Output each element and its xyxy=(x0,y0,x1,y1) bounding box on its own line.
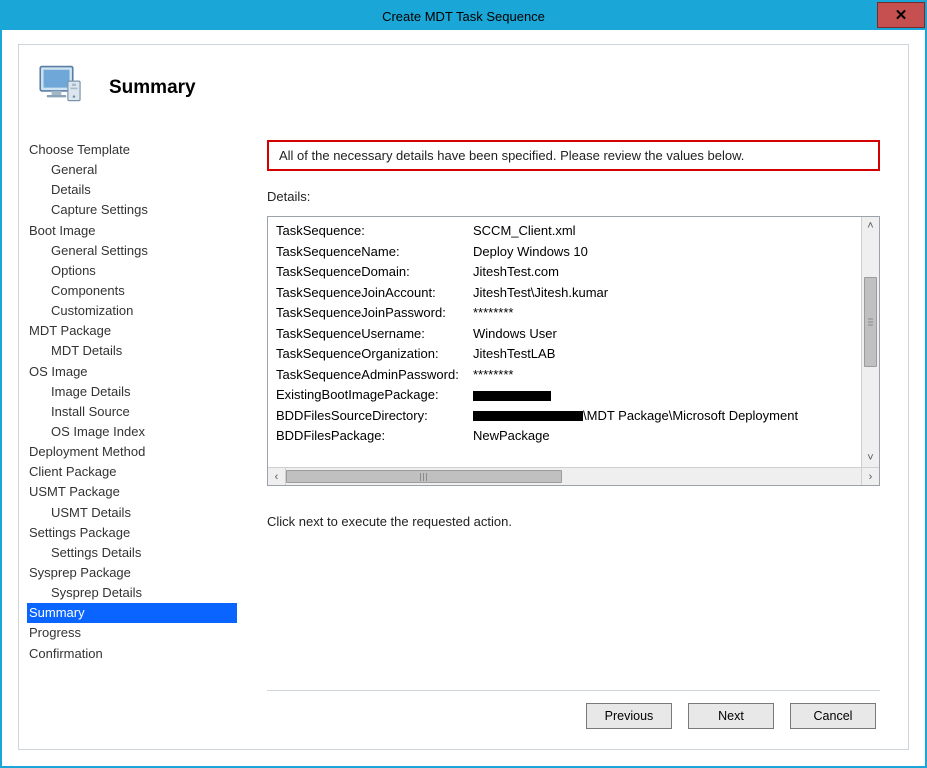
nav-item[interactable]: Options xyxy=(29,261,237,281)
scroll-up-arrow-icon[interactable]: ˄ xyxy=(862,217,879,235)
details-value: SCCM_Client.xml xyxy=(471,221,853,242)
details-value: JiteshTest\Jitesh.kumar xyxy=(471,283,853,304)
nav-item[interactable]: Image Details xyxy=(29,382,237,402)
details-key: TaskSequence: xyxy=(276,221,471,242)
nav-item[interactable]: Components xyxy=(29,281,237,301)
wizard-nav: Choose TemplateGeneralDetailsCapture Set… xyxy=(19,136,237,747)
vertical-scrollbar[interactable]: ˄ ˅ xyxy=(861,217,879,467)
details-row: TaskSequenceJoinAccount:JiteshTest\Jites… xyxy=(276,283,853,304)
nav-item[interactable]: Details xyxy=(29,180,237,200)
details-row: TaskSequenceAdminPassword:******** xyxy=(276,365,853,386)
nav-item[interactable]: Settings Package xyxy=(29,523,237,543)
wizard-header: Summary xyxy=(19,45,908,136)
nav-item[interactable]: Customization xyxy=(29,301,237,321)
nav-item[interactable]: OS Image Index xyxy=(29,422,237,442)
details-box: TaskSequence:SCCM_Client.xmlTaskSequence… xyxy=(267,216,880,486)
previous-button[interactable]: Previous xyxy=(586,703,672,729)
window-title: Create MDT Task Sequence xyxy=(382,9,545,24)
nav-item[interactable]: Capture Settings xyxy=(29,200,237,220)
nav-item[interactable]: General Settings xyxy=(29,241,237,261)
nav-item[interactable]: Sysprep Details xyxy=(29,583,237,603)
details-row: BDDFilesSourceDirectory:\MDT Package\Mic… xyxy=(276,406,853,427)
details-value: ******** xyxy=(471,365,853,386)
hscroll-thumb[interactable] xyxy=(286,470,562,483)
details-row: TaskSequenceOrganization:JiteshTestLAB xyxy=(276,344,853,365)
title-bar: Create MDT Task Sequence ✕ xyxy=(2,2,925,30)
details-row: TaskSequence:SCCM_Client.xml xyxy=(276,221,853,242)
details-row: TaskSequenceJoinPassword:******** xyxy=(276,303,853,324)
details-value: ******** xyxy=(471,303,853,324)
scroll-left-arrow-icon[interactable]: ‹ xyxy=(268,468,286,485)
scroll-down-arrow-icon[interactable]: ˅ xyxy=(862,449,879,467)
nav-item[interactable]: Progress xyxy=(29,623,237,643)
details-key: TaskSequenceJoinAccount: xyxy=(276,283,471,304)
wizard-buttons: Previous Next Cancel xyxy=(267,690,880,747)
details-row: TaskSequenceDomain:JiteshTest.com xyxy=(276,262,853,283)
close-button[interactable]: ✕ xyxy=(877,2,925,28)
computer-icon xyxy=(37,63,89,112)
details-row: TaskSequenceUsername:Windows User xyxy=(276,324,853,345)
details-value: Windows User xyxy=(471,324,853,345)
horizontal-scrollbar[interactable]: ‹ › xyxy=(268,467,879,485)
details-value: JiteshTestLAB xyxy=(471,344,853,365)
nav-item[interactable]: Deployment Method xyxy=(29,442,237,462)
cancel-button[interactable]: Cancel xyxy=(790,703,876,729)
nav-item[interactable]: OS Image xyxy=(29,362,237,382)
details-label: Details: xyxy=(267,189,880,204)
details-key: BDDFilesPackage: xyxy=(276,426,471,447)
details-key: TaskSequenceUsername: xyxy=(276,324,471,345)
nav-item[interactable]: Sysprep Package xyxy=(29,563,237,583)
nav-item[interactable]: USMT Details xyxy=(29,503,237,523)
details-key: TaskSequenceOrganization: xyxy=(276,344,471,365)
nav-item[interactable]: Choose Template xyxy=(29,140,237,160)
details-value: JiteshTest.com xyxy=(471,262,853,283)
close-icon: ✕ xyxy=(895,6,908,24)
details-row: ExistingBootImagePackage: xyxy=(276,385,853,406)
instruction-text: All of the necessary details have been s… xyxy=(267,140,880,171)
scroll-track[interactable] xyxy=(862,235,879,449)
details-value: Deploy Windows 10 xyxy=(471,242,853,263)
details-key: TaskSequenceDomain: xyxy=(276,262,471,283)
details-key: ExistingBootImagePackage: xyxy=(276,385,471,406)
nav-item[interactable]: Client Package xyxy=(29,462,237,482)
nav-item[interactable]: Settings Details xyxy=(29,543,237,563)
page-title: Summary xyxy=(109,77,196,99)
details-key: TaskSequenceName: xyxy=(276,242,471,263)
nav-item[interactable]: USMT Package xyxy=(29,482,237,502)
nav-item[interactable]: Summary xyxy=(27,603,237,623)
click-next-text: Click next to execute the requested acti… xyxy=(267,514,880,529)
redacted-value xyxy=(473,411,583,421)
nav-item[interactable]: Confirmation xyxy=(29,644,237,664)
details-list: TaskSequence:SCCM_Client.xmlTaskSequence… xyxy=(268,217,861,467)
nav-item[interactable]: MDT Package xyxy=(29,321,237,341)
details-key: TaskSequenceAdminPassword: xyxy=(276,365,471,386)
details-row: BDDFilesPackage:NewPackage xyxy=(276,426,853,447)
next-button[interactable]: Next xyxy=(688,703,774,729)
details-key: TaskSequenceJoinPassword: xyxy=(276,303,471,324)
redacted-value xyxy=(473,391,551,401)
details-value: NewPackage xyxy=(471,426,853,447)
nav-item[interactable]: Install Source xyxy=(29,402,237,422)
details-row: TaskSequenceName:Deploy Windows 10 xyxy=(276,242,853,263)
nav-item[interactable]: General xyxy=(29,160,237,180)
scroll-thumb[interactable] xyxy=(864,277,877,367)
details-key: BDDFilesSourceDirectory: xyxy=(276,406,471,427)
details-value: \MDT Package\Microsoft Deployment xyxy=(471,406,853,427)
nav-item[interactable]: MDT Details xyxy=(29,341,237,361)
scroll-right-arrow-icon[interactable]: › xyxy=(861,468,879,485)
wizard-content: All of the necessary details have been s… xyxy=(237,136,908,747)
wizard-window: Create MDT Task Sequence ✕ xyxy=(0,0,927,768)
hscroll-track[interactable] xyxy=(286,468,861,485)
details-value xyxy=(471,385,853,406)
nav-item[interactable]: Boot Image xyxy=(29,221,237,241)
